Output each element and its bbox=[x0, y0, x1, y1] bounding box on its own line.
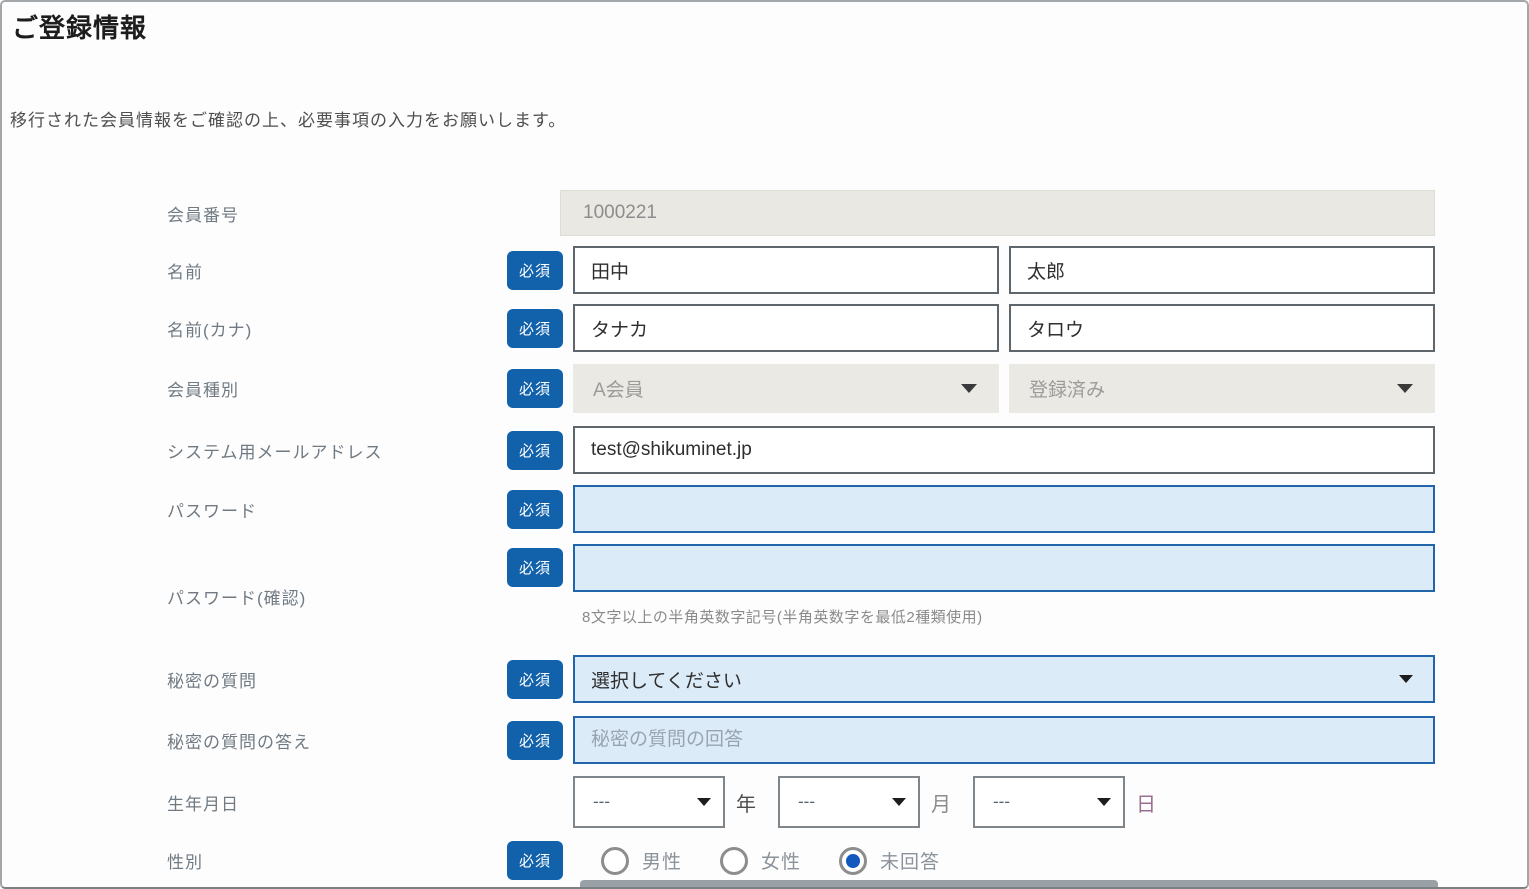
birth-day-select[interactable]: --- bbox=[973, 776, 1125, 828]
required-badge: 必須 bbox=[507, 431, 563, 470]
gender-radio-female[interactable] bbox=[720, 847, 748, 875]
member-type-value: A会員 bbox=[593, 375, 644, 402]
birth-date-label: 生年月日 bbox=[167, 790, 507, 815]
day-unit-label: 日 bbox=[1136, 788, 1156, 817]
required-badge: 必須 bbox=[507, 548, 563, 587]
chevron-down-icon bbox=[697, 798, 711, 806]
gender-radio-male[interactable] bbox=[601, 847, 629, 875]
field-row-password: パスワード 必須 bbox=[2, 485, 1527, 533]
birth-year-value: --- bbox=[593, 792, 610, 812]
system-email-label: システム用メールアドレス bbox=[167, 438, 507, 463]
required-badge: 必須 bbox=[507, 369, 563, 408]
name-label: 名前 bbox=[167, 258, 507, 283]
field-row-password-confirm: パスワード(確認) 必須 8文字以上の半角英数字記号(半角英数字を最低2種類使用… bbox=[2, 544, 1527, 643]
name-kana-label: 名前(カナ) bbox=[167, 316, 507, 341]
registration-page: ご登録情報 移行された会員情報をご確認の上、必要事項の入力をお願いします。 会員… bbox=[0, 0, 1529, 889]
chevron-down-icon bbox=[1397, 384, 1413, 393]
birth-year-select[interactable]: --- bbox=[573, 776, 725, 828]
birth-day-value: --- bbox=[993, 792, 1010, 812]
next-element-cutoff bbox=[580, 880, 1438, 887]
secret-answer-input[interactable] bbox=[573, 716, 1435, 764]
chevron-down-icon bbox=[892, 798, 906, 806]
gender-radio-no-answer[interactable] bbox=[839, 847, 867, 875]
field-row-secret-question: 秘密の質問 必須 選択してください bbox=[2, 655, 1527, 703]
field-row-member-number: 会員番号 bbox=[2, 190, 1527, 236]
member-status-select: 登録済み bbox=[1009, 364, 1435, 413]
required-badge: 必須 bbox=[507, 309, 563, 348]
field-row-name-kana: 名前(カナ) 必須 bbox=[2, 304, 1527, 352]
gender-option-label: 未回答 bbox=[880, 847, 940, 874]
field-row-secret-answer: 秘密の質問の答え 必須 bbox=[2, 716, 1527, 764]
required-badge: 必須 bbox=[507, 251, 563, 290]
gender-option-label: 男性 bbox=[642, 847, 682, 874]
secret-answer-label: 秘密の質問の答え bbox=[167, 728, 507, 753]
system-email-input[interactable] bbox=[573, 426, 1435, 474]
chevron-down-icon bbox=[1399, 675, 1413, 683]
gender-label: 性別 bbox=[167, 848, 507, 873]
member-type-label: 会員種別 bbox=[167, 376, 507, 401]
password-confirm-label: パスワード(確認) bbox=[167, 584, 507, 609]
password-hint: 8文字以上の半角英数字記号(半角英数字を最低2種類使用) bbox=[573, 606, 1435, 627]
required-badge: 必須 bbox=[507, 721, 563, 760]
chevron-down-icon bbox=[1097, 798, 1111, 806]
birth-month-value: --- bbox=[798, 792, 815, 812]
year-unit-label: 年 bbox=[736, 788, 756, 817]
secret-question-select[interactable]: 選択してください bbox=[573, 655, 1435, 703]
member-type-select: A会員 bbox=[573, 364, 999, 413]
birth-month-select[interactable]: --- bbox=[778, 776, 920, 828]
member-number-input bbox=[560, 190, 1435, 236]
required-badge: 必須 bbox=[507, 660, 563, 699]
field-row-system-email: システム用メールアドレス 必須 bbox=[2, 426, 1527, 474]
gender-option-label: 女性 bbox=[761, 847, 801, 874]
password-input[interactable] bbox=[573, 485, 1435, 533]
password-label: パスワード bbox=[167, 497, 507, 522]
field-row-birth-date: 生年月日 --- 年 --- 月 --- 日 bbox=[2, 776, 1527, 828]
required-badge: 必須 bbox=[507, 841, 563, 880]
required-badge: 必須 bbox=[507, 490, 563, 529]
page-title: ご登録情報 bbox=[12, 8, 147, 45]
first-name-input[interactable] bbox=[1009, 246, 1435, 294]
field-row-name: 名前 必須 bbox=[2, 246, 1527, 294]
field-row-gender: 性別 必須 男性 女性 未回答 bbox=[2, 841, 1527, 880]
month-unit-label: 月 bbox=[931, 788, 951, 817]
first-name-kana-input[interactable] bbox=[1009, 304, 1435, 352]
page-description: 移行された会員情報をご確認の上、必要事項の入力をお願いします。 bbox=[10, 106, 566, 131]
registration-form: 会員番号 名前 必須 名前(カナ) 必須 bbox=[2, 190, 1527, 880]
chevron-down-icon bbox=[961, 384, 977, 393]
field-row-member-type: 会員種別 必須 A会員 登録済み bbox=[2, 364, 1527, 413]
secret-question-label: 秘密の質問 bbox=[167, 667, 507, 692]
last-name-kana-input[interactable] bbox=[573, 304, 999, 352]
member-status-value: 登録済み bbox=[1029, 375, 1105, 402]
secret-question-value: 選択してください bbox=[591, 666, 742, 693]
last-name-input[interactable] bbox=[573, 246, 999, 294]
member-number-label: 会員番号 bbox=[167, 201, 507, 226]
password-confirm-input[interactable] bbox=[573, 544, 1435, 592]
